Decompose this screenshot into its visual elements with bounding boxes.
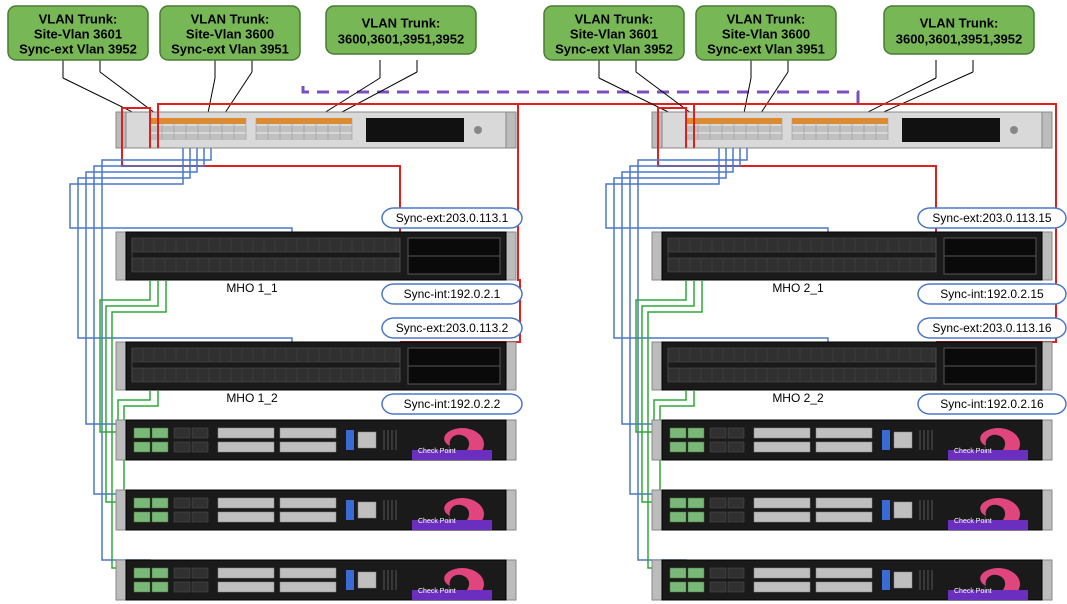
svg-text:Sync-int:192.0.2.2: Sync-int:192.0.2.2 <box>404 397 501 411</box>
vlan-box-right-1: VLAN Trunk: Site-Vlan 3600 Sync-ext Vlan… <box>696 6 836 60</box>
svg-text:Sync-ext Vlan 3952: Sync-ext Vlan 3952 <box>555 41 673 56</box>
ip-label-right-0: Sync-ext:203.0.113.15 <box>918 208 1066 228</box>
cp-brand-left-1: Check Point <box>418 448 456 455</box>
cp-brand-right-3: Check Point <box>954 588 992 595</box>
vlan-box-right-2: VLAN Trunk: 3600,3601,3951,3952 <box>884 6 1034 54</box>
ip-label-right-3: Sync-int:192.0.2.16 <box>918 394 1066 414</box>
svg-text:Sync-int:192.0.2.1: Sync-int:192.0.2.1 <box>404 287 501 301</box>
cp-appliance-right-1 <box>652 420 1052 460</box>
mho-2-2-label: MHO 2_2 <box>772 391 824 405</box>
core-switch-right <box>652 112 1052 148</box>
vlan-box-left-2: VLAN Trunk: 3600,3601,3951,3952 <box>326 6 476 54</box>
svg-text:3600,3601,3951,3952: 3600,3601,3951,3952 <box>338 31 465 46</box>
svg-text:Sync-ext Vlan 3951: Sync-ext Vlan 3951 <box>707 41 825 56</box>
svg-text:Site-Vlan 3600: Site-Vlan 3600 <box>722 26 810 41</box>
svg-text:Sync-ext:203.0.113.15: Sync-ext:203.0.113.15 <box>932 211 1052 225</box>
svg-text:Site-Vlan 3600: Site-Vlan 3600 <box>186 26 274 41</box>
cp-brand-right-1: Check Point <box>954 448 992 455</box>
vlan-box-left-0: VLAN Trunk: Site-Vlan 3601 Sync-ext Vlan… <box>8 6 148 60</box>
site-left: MHO 1_1 MHO 1_2 Check Point Check Point … <box>63 60 682 600</box>
mho-1-2 <box>116 342 516 390</box>
svg-text:Sync-ext Vlan 3952: Sync-ext Vlan 3952 <box>19 41 137 56</box>
svg-text:Sync-ext:203.0.113.16: Sync-ext:203.0.113.16 <box>932 321 1052 335</box>
cp-appliance-left-2 <box>116 490 516 530</box>
svg-text:Sync-int:192.0.2.16: Sync-int:192.0.2.16 <box>940 397 1044 411</box>
svg-text:Sync-ext:203.0.113.2: Sync-ext:203.0.113.2 <box>396 321 509 335</box>
mho-1-1 <box>116 232 516 280</box>
svg-text:VLAN Trunk:: VLAN Trunk: <box>575 11 654 26</box>
cp-appliance-left-1 <box>116 420 516 460</box>
cp-brand-left-2: Check Point <box>418 518 456 525</box>
svg-text:Sync-ext:203.0.113.1: Sync-ext:203.0.113.1 <box>396 211 509 225</box>
vlan-box-left-1: VLAN Trunk: Site-Vlan 3600 Sync-ext Vlan… <box>160 6 300 60</box>
ip-label-right-2: Sync-ext:203.0.113.16 <box>918 318 1066 338</box>
svg-text:VLAN Trunk:: VLAN Trunk: <box>39 11 118 26</box>
vlan-box-right-0: VLAN Trunk: Site-Vlan 3601 Sync-ext Vlan… <box>544 6 684 60</box>
cp-appliance-right-2 <box>652 490 1052 530</box>
svg-text:Sync-ext Vlan 3951: Sync-ext Vlan 3951 <box>171 41 289 56</box>
site-right: MHO 2_1 MHO 2_2 Check Point Check Point … <box>599 60 1066 600</box>
svg-text:VLAN Trunk:: VLAN Trunk: <box>920 15 999 30</box>
svg-text:Site-Vlan 3601: Site-Vlan 3601 <box>570 26 658 41</box>
svg-text:Site-Vlan 3601: Site-Vlan 3601 <box>34 26 122 41</box>
ip-label-right-1: Sync-int:192.0.2.15 <box>918 284 1066 304</box>
mho-2-1 <box>652 232 1052 280</box>
mho-1-1-label: MHO 1_1 <box>226 281 278 295</box>
cp-appliance-left-3 <box>116 560 516 600</box>
ip-label-left-0: Sync-ext:203.0.113.1 <box>382 208 522 228</box>
cp-brand-right-2: Check Point <box>954 518 992 525</box>
cp-brand-left-3: Check Point <box>418 588 456 595</box>
mho-2-2 <box>652 342 1052 390</box>
svg-text:VLAN Trunk:: VLAN Trunk: <box>191 11 270 26</box>
ip-label-left-1: Sync-int:192.0.2.1 <box>382 284 522 304</box>
svg-text:Sync-int:192.0.2.15: Sync-int:192.0.2.15 <box>940 287 1044 301</box>
green-link-left-2 <box>106 280 160 502</box>
ip-label-left-3: Sync-int:192.0.2.2 <box>382 394 522 414</box>
svg-text:VLAN Trunk:: VLAN Trunk: <box>362 15 441 30</box>
svg-text:3600,3601,3951,3952: 3600,3601,3951,3952 <box>896 31 1023 46</box>
core-switch-left <box>116 112 516 148</box>
mho-2-1-label: MHO 2_1 <box>772 281 824 295</box>
svg-text:VLAN Trunk:: VLAN Trunk: <box>727 11 806 26</box>
ip-label-left-2: Sync-ext:203.0.113.2 <box>382 318 522 338</box>
cp-appliance-right-3 <box>652 560 1052 600</box>
mho-1-2-label: MHO 1_2 <box>226 391 278 405</box>
